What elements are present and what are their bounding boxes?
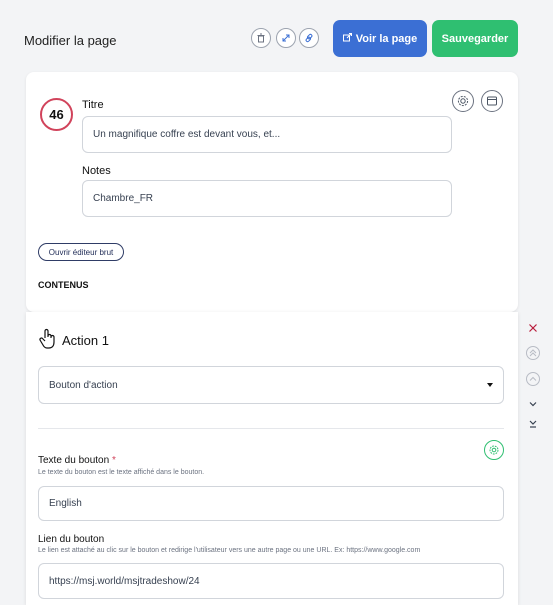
close-icon[interactable] — [522, 317, 544, 339]
link-icon[interactable] — [299, 28, 319, 48]
divider — [38, 428, 504, 429]
open-raw-editor-button[interactable]: Ouvrir éditeur brut — [38, 243, 124, 261]
notes-label: Notes — [82, 165, 111, 177]
gear-icon[interactable] — [452, 90, 474, 112]
trash-icon[interactable] — [251, 28, 271, 48]
button-text-label: Texte du bouton * — [38, 455, 116, 466]
button-link-label: Lien du bouton — [38, 534, 105, 545]
move-top-icon[interactable] — [522, 342, 544, 364]
move-bottom-icon[interactable] — [522, 413, 544, 435]
move-down-icon[interactable] — [522, 393, 544, 415]
action-type-select[interactable]: Bouton d'action — [38, 366, 504, 404]
title-field[interactable]: Un magnifique coffre est devant vous, et… — [82, 116, 452, 153]
view-page-label: Voir la page — [355, 32, 418, 45]
contents-heading: CONTENUS — [38, 280, 89, 290]
page-number-badge: 46 — [40, 98, 73, 131]
page-header: Modifier la page Voir la page Sauvegarde… — [0, 0, 553, 70]
title-label: Titre — [82, 99, 104, 111]
action-type-value: Bouton d'action — [49, 379, 118, 391]
required-mark: * — [111, 455, 116, 466]
pointer-hand-icon — [38, 328, 58, 350]
action-title: Action 1 — [62, 333, 109, 348]
page-title: Modifier la page — [24, 33, 117, 48]
button-settings-gear-icon[interactable] — [484, 440, 504, 460]
view-page-button[interactable]: Voir la page — [333, 20, 427, 57]
external-link-icon — [342, 32, 352, 45]
button-link-field[interactable]: https://msj.world/msjtradeshow/24 — [38, 563, 504, 599]
window-icon[interactable] — [481, 90, 503, 112]
button-text-label-text: Texte du bouton — [38, 455, 110, 466]
caret-down-icon — [487, 383, 493, 387]
expand-icon[interactable] — [276, 28, 296, 48]
button-link-help: Le lien est attaché au clic sur le bouto… — [38, 547, 421, 554]
button-text-field[interactable]: English — [38, 486, 504, 521]
save-button[interactable]: Sauvegarder — [432, 20, 518, 57]
notes-field[interactable]: Chambre_FR — [82, 180, 452, 217]
button-text-help: Le texte du bouton est le texte affiché … — [38, 469, 205, 476]
move-up-icon[interactable] — [522, 368, 544, 390]
